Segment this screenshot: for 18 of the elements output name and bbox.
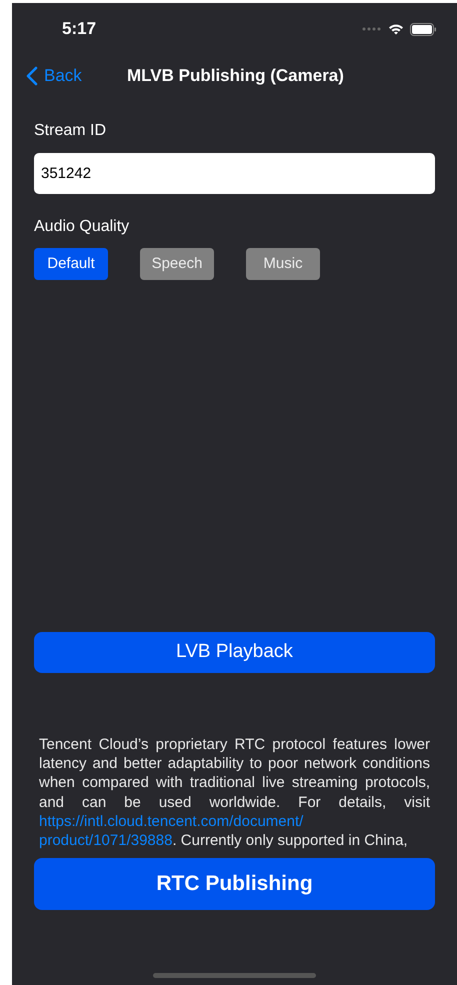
battery-icon	[410, 22, 437, 36]
wifi-icon	[388, 23, 404, 35]
doc-link[interactable]: product/1071/39888	[39, 832, 172, 850]
audio-quality-option[interactable]: Default	[34, 248, 108, 280]
stream-id-field[interactable]: 351242	[34, 153, 435, 194]
playback-button[interactable]: LVB Playback	[34, 632, 435, 673]
audio-quality-option[interactable]: Music	[246, 248, 320, 280]
back-button[interactable]: Back	[12, 63, 82, 89]
field-label: Stream ID	[34, 121, 108, 141]
field-label: Audio Quality	[34, 217, 130, 237]
doc-link[interactable]: https://intl.cloud.tencent.com/document/	[39, 812, 304, 830]
description-text: Tencent Cloud’s proprietary RTC protocol features lower latency and better adaptability to poor network conditions when compared with traditional live streaming protocols, and can be used worldwide. For details, visit https://intl.cloud.tencent.com/document/ product/1071/39888. Currently only supported in China,	[39, 735, 430, 850]
audio-quality-option[interactable]: Speech	[140, 248, 214, 280]
screen-title: MLVB Publishing (Camera)	[127, 65, 344, 88]
publish-button[interactable]: RTC Publishing	[34, 858, 435, 910]
status-time: 5:17	[62, 18, 96, 40]
chevron-left-icon	[26, 66, 38, 86]
signal-icon	[362, 27, 382, 31]
